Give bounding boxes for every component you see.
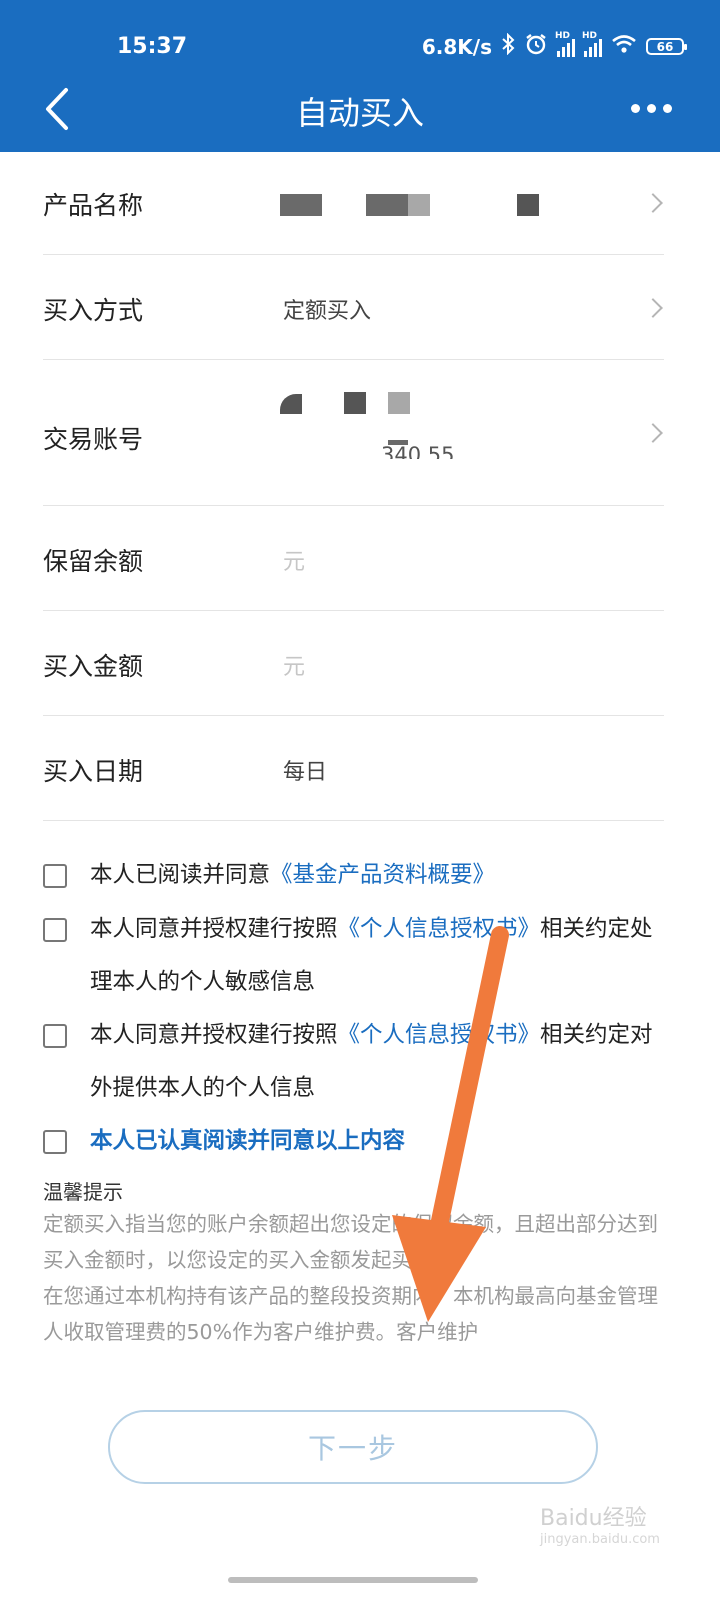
tips-body: 定额买入指当您的账户余额超出您设定的保留余额，且超出部分达到买入金额时，以您设定… xyxy=(43,1206,673,1350)
consent-item-4: 本人已认真阅读并同意以上内容 xyxy=(43,1115,673,1170)
consent-checkbox-1[interactable] xyxy=(43,864,67,888)
personal-info-auth-link[interactable]: 《个人信息授权书》 xyxy=(338,916,541,942)
tips-title: 温馨提示 xyxy=(43,1180,123,1204)
next-step-button[interactable]: 下一步 xyxy=(108,1410,598,1484)
baidu-watermark: Baidu经验 jingyan.baidu.com xyxy=(540,1506,660,1547)
buy-date-value: 每日 xyxy=(283,760,328,785)
buy-amount-label: 买入金额 xyxy=(43,652,144,681)
consent-item-1: 本人已阅读并同意《基金产品资料概要》 xyxy=(43,849,673,904)
consent-item-2: 本人同意并授权建行按照《个人信息授权书》相关约定处理本人的个人敏感信息 xyxy=(43,903,673,1009)
battery-icon: 66 xyxy=(646,38,687,55)
bluetooth-icon xyxy=(501,32,515,60)
tips-line-2: 在您通过本机构持有该产品的整段投资期内，本机构最高向基金管理人收取管理费的50%… xyxy=(43,1284,658,1344)
buy-amount-input[interactable]: 元 xyxy=(283,649,305,681)
consent-item-3: 本人同意并授权建行按照《个人信息授权书》相关约定对外提供本人的个人信息 xyxy=(43,1009,673,1115)
more-dots-icon xyxy=(631,104,640,113)
chevron-right-icon xyxy=(643,193,663,213)
row-product[interactable]: 产品名称 xyxy=(43,152,664,255)
auto-buy-form: 产品名称 买入方式 定额买入 交易账号 340.55 保留余额 元 买入金额 元… xyxy=(43,152,664,821)
personal-info-auth-link-2[interactable]: 《个人信息授权书》 xyxy=(338,1022,541,1048)
status-time: 15:37 xyxy=(117,34,188,59)
row-reserve-balance: 保留余额 元 xyxy=(43,506,664,611)
fund-summary-link[interactable]: 《基金产品资料概要》 xyxy=(270,862,495,888)
agree-all-text[interactable]: 本人已认真阅读并同意以上内容 xyxy=(90,1128,405,1154)
home-indicator[interactable] xyxy=(228,1577,478,1583)
net-speed: 6.8K/s xyxy=(421,34,492,59)
page-title: 自动买入 xyxy=(295,94,424,132)
app-header: 15:37 6.8K/s HD HD 66 自动买入 xyxy=(0,0,720,152)
wifi-icon xyxy=(611,34,637,59)
buy-method-value: 定额买入 xyxy=(283,299,372,324)
consent-checkbox-2[interactable] xyxy=(43,918,67,942)
more-button[interactable] xyxy=(627,92,676,125)
signal-icon-2: HD xyxy=(582,31,602,57)
tips-line-1: 定额买入指当您的账户余额超出您设定的保留余额，且超出部分达到买入金额时，以您设定… xyxy=(43,1212,658,1272)
row-buy-date[interactable]: 买入日期 每日 xyxy=(43,716,664,821)
consent-checkbox-4[interactable] xyxy=(43,1130,67,1154)
chevron-right-icon xyxy=(643,298,663,318)
trade-account-balance: 340.55 xyxy=(381,445,455,459)
reserve-balance-input[interactable]: 元 xyxy=(283,544,305,576)
signal-icon: HD xyxy=(555,31,575,57)
chevron-right-icon xyxy=(643,423,663,443)
reserve-balance-label: 保留余额 xyxy=(43,547,144,576)
buy-date-label: 买入日期 xyxy=(43,757,144,786)
alarm-icon xyxy=(524,32,548,61)
consent-checkbox-3[interactable] xyxy=(43,1024,67,1048)
row-trade-account[interactable]: 交易账号 340.55 xyxy=(43,360,664,506)
buy-method-label: 买入方式 xyxy=(43,296,144,325)
row-buy-amount: 买入金额 元 xyxy=(43,611,664,716)
row-buy-method[interactable]: 买入方式 定额买入 xyxy=(43,255,664,360)
status-icons: 6.8K/s HD HD 66 xyxy=(421,31,687,61)
trade-account-label: 交易账号 xyxy=(43,425,144,454)
product-label: 产品名称 xyxy=(43,191,144,220)
